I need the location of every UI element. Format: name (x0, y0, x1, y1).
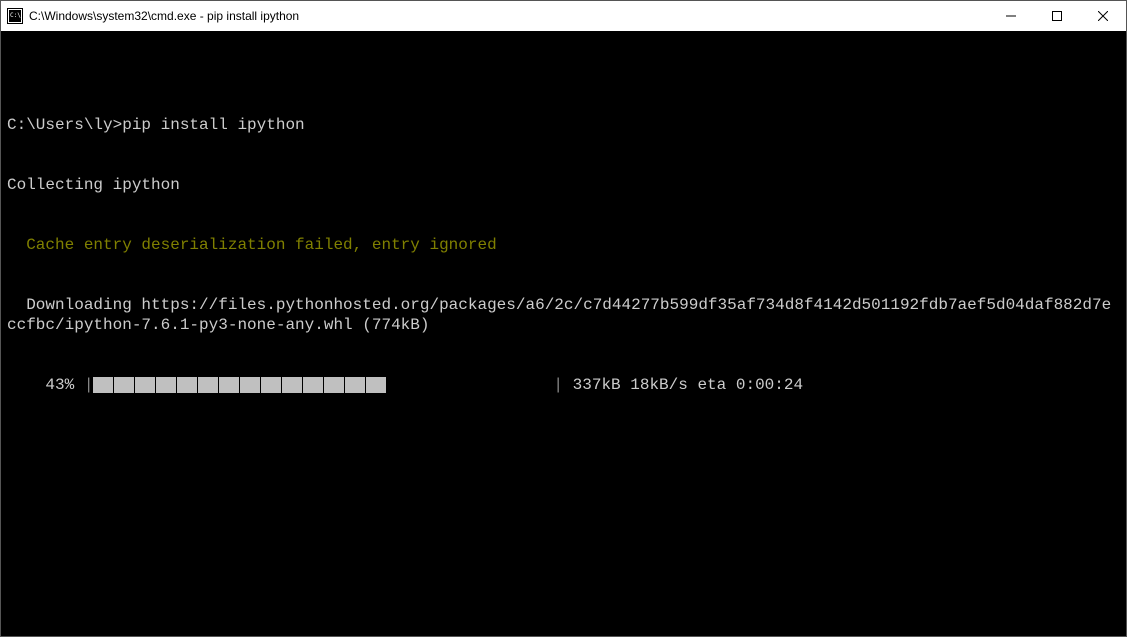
maximize-button[interactable] (1034, 1, 1080, 31)
terminal-output[interactable]: C:\Users\ly>pip install ipython Collecti… (1, 31, 1126, 419)
progress-block-filled (156, 377, 176, 393)
progress-block-filled (198, 377, 218, 393)
progress-percent: 43% (7, 375, 84, 395)
progress-line: 43% | | 337kB 18kB/s eta 0:00:24 (7, 375, 1120, 395)
minimize-button[interactable] (988, 1, 1034, 31)
progress-bar-open: | (84, 375, 94, 395)
progress-block-filled (345, 377, 365, 393)
progress-block-filled (240, 377, 260, 393)
progress-block-filled (324, 377, 344, 393)
progress-stats: 337kB 18kB/s eta 0:00:24 (563, 375, 803, 395)
progress-bar-filled (93, 377, 387, 393)
terminal-line: Collecting ipython (7, 175, 1120, 195)
progress-block-filled (93, 377, 113, 393)
progress-block-filled (366, 377, 386, 393)
terminal-line: Downloading https://files.pythonhosted.o… (7, 295, 1120, 335)
window-controls (988, 1, 1126, 31)
cmd-icon: C:\ (7, 8, 23, 24)
window-title: C:\Windows\system32\cmd.exe - pip instal… (29, 9, 988, 23)
progress-block-filled (177, 377, 197, 393)
window-titlebar: C:\ C:\Windows\system32\cmd.exe - pip in… (1, 1, 1126, 31)
progress-block-filled (114, 377, 134, 393)
close-button[interactable] (1080, 1, 1126, 31)
progress-block-filled (219, 377, 239, 393)
progress-block-filled (135, 377, 155, 393)
progress-block-filled (303, 377, 323, 393)
progress-block-filled (282, 377, 302, 393)
progress-block-filled (261, 377, 281, 393)
progress-bar-close: | (553, 375, 563, 395)
terminal-warning-line: Cache entry deserialization failed, entr… (7, 235, 1120, 255)
svg-text:C:\: C:\ (10, 12, 21, 19)
terminal-prompt-line: C:\Users\ly>pip install ipython (7, 115, 1120, 135)
